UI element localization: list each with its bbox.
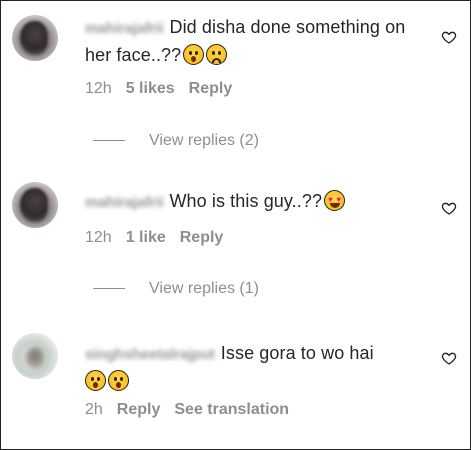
heart-outline-icon[interactable] xyxy=(441,29,457,45)
timestamp: 12h xyxy=(85,80,112,97)
avatar[interactable] xyxy=(12,333,58,379)
avatar[interactable] xyxy=(12,15,58,61)
reply-button[interactable]: Reply xyxy=(180,229,224,246)
comment-meta: 12h 5 likes Reply xyxy=(85,80,246,98)
avatar[interactable] xyxy=(12,182,58,228)
comment-text: mahirajafrii Did disha done something on … xyxy=(85,16,406,65)
comment-text: mahirajafrii Who is this guy..?? ♥ ♥ xyxy=(85,188,435,216)
timestamp: 2h xyxy=(85,401,103,418)
username[interactable]: singhsheetalrajput xyxy=(85,342,215,368)
comment-meta: 2h Reply See translation xyxy=(85,401,303,419)
reply-button[interactable]: Reply xyxy=(117,401,161,418)
see-translation-button[interactable]: See translation xyxy=(174,401,289,418)
heart-outline-icon[interactable] xyxy=(441,350,457,366)
sad-emoji-icon xyxy=(206,44,228,65)
reply-button[interactable]: Reply xyxy=(189,80,233,97)
view-replies-button[interactable]: View replies (2) xyxy=(93,132,259,150)
view-replies-button[interactable]: View replies (1) xyxy=(93,280,259,298)
divider-line xyxy=(93,140,125,142)
username[interactable]: mahirajafrii xyxy=(85,16,164,42)
likes-count[interactable]: 5 likes xyxy=(126,80,175,97)
likes-count[interactable]: 1 like xyxy=(126,229,166,246)
comment-meta: 12h 1 like Reply xyxy=(85,229,237,247)
timestamp: 12h xyxy=(85,229,112,246)
heart-eyes-emoji-icon: ♥ ♥ xyxy=(324,190,346,211)
comment-text: singhsheetalrajput Isse gora to wo hai xyxy=(85,340,425,394)
username[interactable]: mahirajafrii xyxy=(85,190,164,216)
heart-outline-icon[interactable] xyxy=(441,200,457,216)
divider-line xyxy=(93,288,125,290)
astonished-emoji-icon xyxy=(85,370,106,391)
astonished-emoji-icon xyxy=(108,370,129,391)
astonished-emoji-icon xyxy=(183,44,205,65)
